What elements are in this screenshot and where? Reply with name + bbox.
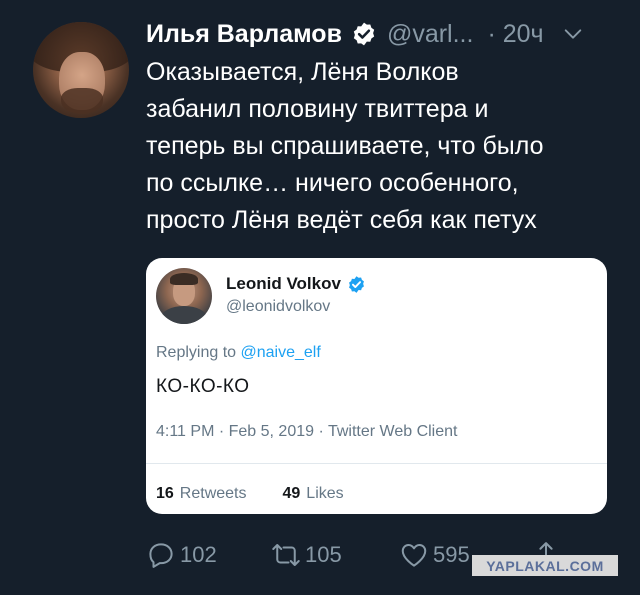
replying-to: Replying to @naive_elf <box>156 344 321 362</box>
like-icon <box>401 544 427 567</box>
replying-prefix: Replying to <box>156 344 241 361</box>
likes-stat[interactable]: 49 Likes <box>283 485 344 503</box>
reply-icon <box>149 543 173 568</box>
author-avatar[interactable] <box>33 22 129 118</box>
quoted-tweet-text: КО-КО-КО <box>156 376 250 397</box>
reply-count: 102 <box>180 542 217 567</box>
tweet-header: Илья Варламов @varl... · 20ч <box>146 16 584 52</box>
avatar-beard <box>61 88 103 114</box>
like-count: 595 <box>433 542 470 567</box>
retweets-stat[interactable]: 16 Retweets <box>156 485 247 503</box>
retweet-count: 105 <box>305 542 342 567</box>
avatar-shoulders <box>161 306 207 324</box>
author-name[interactable]: Илья Варламов <box>146 20 342 49</box>
site-watermark: YAPLAKAL.COM <box>472 555 618 576</box>
retweet-icon <box>272 544 300 566</box>
card-divider <box>146 463 607 464</box>
tweet-time[interactable]: · 20ч <box>487 20 543 49</box>
replying-mention-link[interactable]: @naive_elf <box>241 344 321 361</box>
quoted-author-name-row: Leonid Volkov <box>226 274 366 294</box>
author-handle[interactable]: @varl... <box>387 20 474 49</box>
chevron-down-icon[interactable] <box>562 23 584 45</box>
retweet-button[interactable]: 105 <box>271 540 399 570</box>
quoted-author-handle[interactable]: @leonidvolkov <box>226 298 330 316</box>
quoted-author-avatar[interactable] <box>156 268 212 324</box>
likes-label: Likes <box>306 485 344 502</box>
quoted-tweet-meta[interactable]: 4:11 PM · Feb 5, 2019 · Twitter Web Clie… <box>156 423 457 441</box>
retweets-count: 16 <box>156 485 174 502</box>
reply-button[interactable]: 102 <box>146 540 271 570</box>
retweets-label: Retweets <box>179 485 247 502</box>
tweet-text: Оказывается, Лёня Волков забанил половин… <box>146 58 544 234</box>
avatar-hair <box>170 273 198 285</box>
likes-count: 49 <box>282 485 301 502</box>
quoted-author-name[interactable]: Leonid Volkov <box>226 274 341 294</box>
quoted-tweet-stats: 16 Retweets 49 Likes <box>156 485 380 503</box>
verified-badge-icon <box>348 275 364 293</box>
quoted-tweet-card[interactable]: Leonid Volkov @leonidvolkov Replying to … <box>146 258 607 514</box>
verified-badge-icon <box>353 22 375 46</box>
